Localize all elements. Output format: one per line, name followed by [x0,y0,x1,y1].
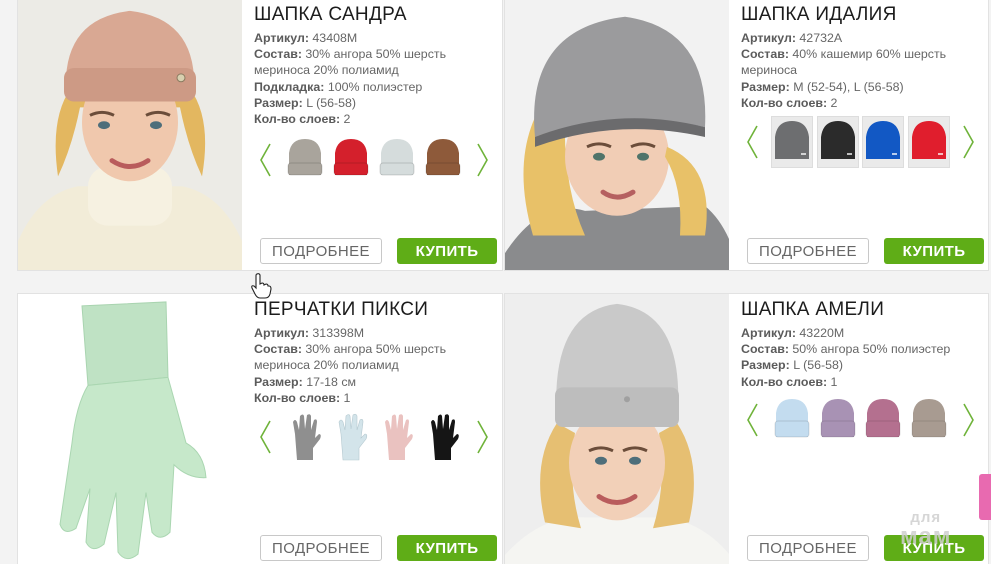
color-swatch[interactable] [770,116,813,168]
product-title[interactable]: ПЕРЧАТКИ ПИКСИ [254,299,494,321]
card-actions: ПОДРОБНЕЕ КУПИТЬ [260,535,497,561]
hat-swatch-icon [774,399,810,438]
product-photo[interactable] [505,294,729,564]
carousel-next-button[interactable] [472,140,494,180]
product-title[interactable]: ШАПКА ИДАЛИЯ [741,4,980,26]
beanie-swatch-icon [774,121,809,159]
color-swatch[interactable] [908,394,950,446]
glove-swatch-icon [293,414,321,460]
carousel-next-button[interactable] [958,400,980,440]
color-swatch[interactable] [376,134,418,186]
hat-swatch-icon [865,399,901,438]
hat-swatch-icon [820,399,856,438]
color-carousel [741,394,980,446]
beanie-swatch-icon [820,121,855,159]
chevron-right-icon [963,403,974,437]
carousel-next-button[interactable] [958,122,980,162]
card-actions: ПОДРОБНЕЕ КУПИТЬ [747,238,984,264]
beanie-swatch-icon [866,121,901,159]
hat-swatch-icon [379,139,415,176]
product-photo[interactable] [18,294,242,564]
chevron-left-icon [747,403,758,437]
color-swatch[interactable] [422,411,464,463]
buy-button[interactable]: КУПИТЬ [397,535,497,561]
chevron-right-icon [963,125,974,159]
attr-composition: Состав: 50% ангора 50% полиэстер [741,342,951,357]
chevron-left-icon [747,125,758,159]
hat-swatch-icon [287,139,323,176]
color-swatch[interactable] [908,116,951,168]
hat-swatch-icon [333,139,369,176]
color-swatch[interactable] [862,116,905,168]
product-attributes: Артикул: 42732А Состав: 40% кашемир 60% … [741,30,980,111]
color-carousel [741,116,980,168]
product-attributes: Артикул: 43220М Состав: 50% ангора 50% п… [741,325,980,390]
attr-size: Размер: 17-18 см [254,374,357,389]
glove-swatch-icon [338,413,368,461]
watermark-logo: для мам [900,509,952,550]
chevron-left-icon [260,420,271,454]
chevron-left-icon [260,143,271,177]
color-swatch[interactable] [771,394,813,446]
hat-swatch-icon [425,139,461,176]
side-feedback-tab[interactable] [979,474,991,520]
attr-layers: Кол-во слоев: 2 [741,95,838,110]
attr-layers: Кол-во слоев: 1 [741,374,838,389]
attr-size: Размер: L (56-58) [741,358,844,373]
color-swatch[interactable] [862,394,904,446]
chevron-right-icon [477,420,488,454]
color-swatch[interactable] [817,394,859,446]
color-swatch[interactable] [816,116,859,168]
carousel-prev-button[interactable] [741,122,763,162]
attr-composition: Состав: 40% кашемир 60% шерсть мериноса [741,47,947,78]
attr-layers: Кол-во слоев: 2 [254,112,351,127]
carousel-prev-button[interactable] [254,417,276,457]
color-swatch[interactable] [422,134,464,186]
details-button[interactable]: ПОДРОБНЕЕ [747,238,869,264]
color-swatch[interactable] [330,134,372,186]
product-photo[interactable] [505,0,729,270]
product-title[interactable]: ШАПКА САНДРА [254,4,494,26]
carousel-prev-button[interactable] [741,400,763,440]
product-photo[interactable] [18,0,242,270]
color-swatch[interactable] [376,411,418,463]
beanie-swatch-icon [912,121,947,159]
product-attributes: Артикул: 43408М Состав: 30% ангора 50% ш… [254,30,494,127]
color-swatch[interactable] [330,411,372,463]
attr-composition: Состав: 30% ангора 50% шерсть мериноса 2… [254,47,447,78]
glove-swatch-icon [431,414,459,460]
glove-swatch-icon [385,414,413,460]
details-button[interactable]: ПОДРОБНЕЕ [260,238,382,264]
attr-composition: Состав: 30% ангора 50% шерсть мериноса 2… [254,342,447,373]
product-attributes: Артикул: 313398М Состав: 30% ангора 50% … [254,325,494,406]
product-title[interactable]: ШАПКА АМЕЛИ [741,299,980,321]
details-button[interactable]: ПОДРОБНЕЕ [747,535,869,561]
color-carousel [254,134,494,186]
chevron-right-icon [477,143,488,177]
attr-article: Артикул: 313398М [254,326,365,340]
carousel-next-button[interactable] [472,417,494,457]
color-swatch[interactable] [284,134,326,186]
hat-swatch-icon [911,399,947,438]
product-card: ПЕРЧАТКИ ПИКСИ Артикул: 313398М Состав: … [17,293,503,564]
buy-button[interactable]: КУПИТЬ [397,238,497,264]
product-card: ШАПКА ИДАЛИЯ Артикул: 42732А Состав: 40%… [504,0,989,271]
hand-cursor-icon [251,273,272,299]
card-actions: ПОДРОБНЕЕ КУПИТЬ [260,238,497,264]
color-swatch[interactable] [284,411,326,463]
attr-article: Артикул: 43220М [741,326,845,340]
attr-layers: Кол-во слоев: 1 [254,390,351,405]
attr-article: Артикул: 42732А [741,31,843,45]
color-carousel [254,411,494,463]
details-button[interactable]: ПОДРОБНЕЕ [260,535,382,561]
attr-size: Размер: L (56-58) [254,95,357,110]
attr-size: Размер: M (52-54), L (56-58) [741,79,904,94]
product-card: ШАПКА САНДРА Артикул: 43408М Состав: 30%… [17,0,503,271]
attr-lining: Подкладка: 100% полиэстер [254,79,423,94]
buy-button[interactable]: КУПИТЬ [884,238,984,264]
carousel-prev-button[interactable] [254,140,276,180]
attr-article: Артикул: 43408М [254,31,358,45]
